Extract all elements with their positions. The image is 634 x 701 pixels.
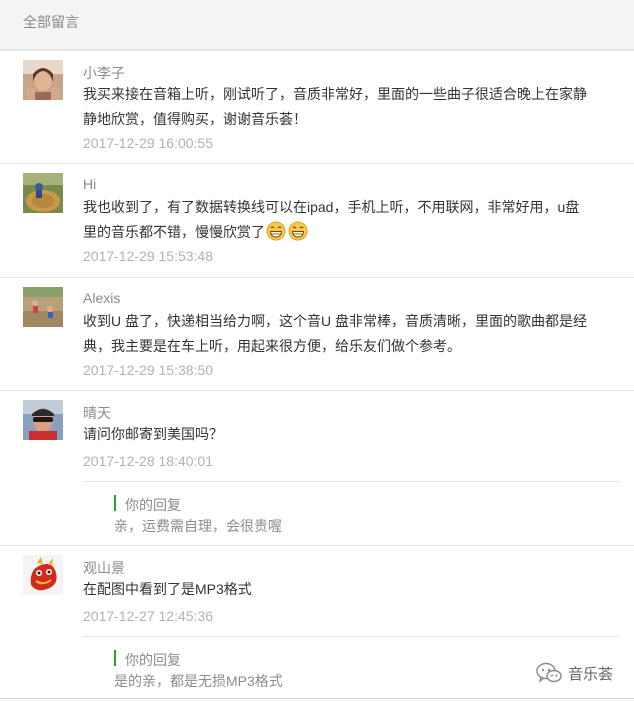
grin-emoji-icon: [266, 221, 286, 241]
watermark-text: 音乐荟: [568, 666, 614, 683]
comment-nickname: 小李子: [83, 65, 125, 81]
header-title: 全部留言: [23, 14, 79, 30]
comment-content: 收到U 盘了，快递相当给力啊，这个音U 盘非常棒，音质清晰，里面的歌曲都是经 典…: [83, 309, 613, 359]
comment-time: 2017-12-28 18:40:01: [83, 453, 213, 469]
man-sunglasses-avatar-icon: [23, 400, 63, 440]
reply-label: 你的回复: [125, 497, 181, 513]
comment-line-with-emoji: 里的音乐都不错，慢慢欣赏了: [83, 220, 613, 245]
woman-portrait-avatar-icon: [23, 60, 63, 100]
comment-content: 我也收到了，有了数据转换线可以在ipad，手机上听，不用联网，非常好用，u盘 里…: [83, 195, 613, 245]
comment-content: 请问你邮寄到美国吗？: [83, 422, 613, 447]
comment-line: 我也收到了，有了数据转换线可以在ipad，手机上听，不用联网，非常好用，u盘: [83, 199, 580, 215]
comment-time: 2017-12-29 15:53:48: [83, 248, 213, 264]
comment-content: 在配图中看到了是MP3格式: [83, 577, 613, 602]
reply-divider: [83, 481, 620, 482]
hay-bale-photo-avatar-icon: [23, 173, 63, 213]
divider: [0, 277, 634, 278]
comment-time: 2017-12-29 16:00:55: [83, 135, 213, 151]
comment-line: 典，我主要是在车上听，用起来很方便，给乐友们做个参考。: [83, 338, 461, 354]
comment-content: 我买来接在音箱上听，刚试听了，音质非常好，里面的一些曲子很适合晚上在家静 静地欣…: [83, 82, 613, 132]
comment-time: 2017-12-29 15:38:50: [83, 362, 213, 378]
kids-playing-photo-avatar-icon: [23, 287, 63, 327]
comment-line: 在配图中看到了是MP3格式: [83, 581, 252, 597]
avatar[interactable]: [23, 400, 63, 440]
reply-text: 是的亲，都是无损MP3格式: [114, 673, 283, 689]
comment-time: 2017-12-27 12:45:36: [83, 608, 213, 624]
comment-nickname: 晴天: [83, 405, 111, 421]
bottom-border: [0, 698, 634, 699]
comment-line: 收到U 盘了，快递相当给力啊，这个音U 盘非常棒，音质清晰，里面的歌曲都是经: [83, 313, 587, 329]
divider: [0, 163, 634, 164]
avatar[interactable]: [23, 173, 63, 213]
comment-nickname: Alexis: [83, 290, 121, 306]
comment-nickname: 观山景: [83, 560, 125, 576]
reply-text: 亲，运费需自理，会很贵喔: [114, 518, 282, 534]
avatar[interactable]: [23, 60, 63, 100]
divider: [0, 390, 634, 391]
divider: [0, 545, 634, 546]
comment-line: 静地欣赏，值得购买，谢谢音乐荟！: [83, 111, 307, 127]
reply-accent-bar: [114, 650, 116, 666]
grin-emoji-icon: [288, 221, 308, 241]
divider: [0, 50, 634, 51]
reply-label: 你的回复: [125, 652, 181, 668]
comment-line: 我买来接在音箱上听，刚试听了，音质非常好，里面的一些曲子很适合晚上在家静: [83, 86, 587, 102]
comments-header: 全部留言: [0, 0, 634, 50]
avatar[interactable]: [23, 555, 63, 595]
avatar[interactable]: [23, 287, 63, 327]
reply-accent-bar: [114, 495, 116, 511]
comment-line: 请问你邮寄到美国吗？: [83, 426, 223, 442]
red-dragon-avatar-icon: [23, 555, 63, 595]
comment-line: 里的音乐都不错，慢慢欣赏了: [83, 224, 265, 240]
reply-divider: [83, 636, 620, 637]
wechat-icon: [536, 662, 562, 683]
comment-nickname: Hi: [83, 176, 97, 192]
